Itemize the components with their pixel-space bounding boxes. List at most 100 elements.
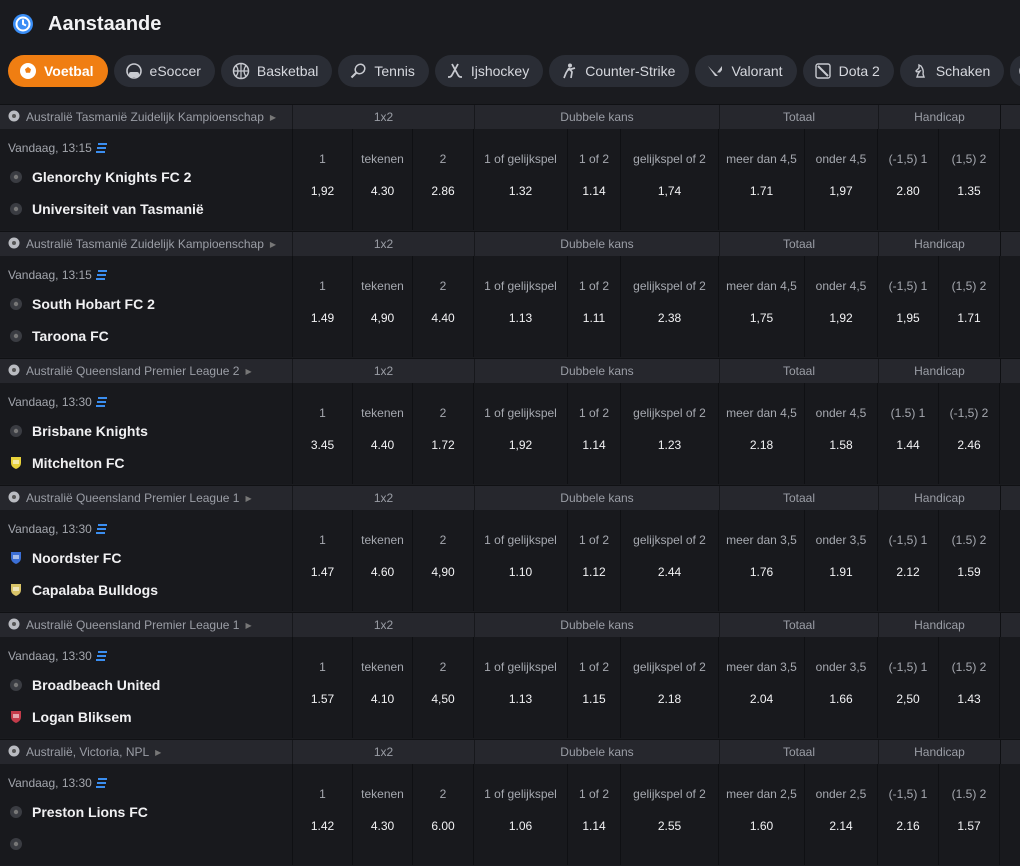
odds-label: onder 4,5 [815, 279, 867, 293]
odds-cell[interactable]: (1.5) 1 1.44 [877, 383, 938, 484]
odds-cell[interactable]: gelijkspel of 2 2.18 [620, 637, 718, 738]
odds-cell[interactable]: onder 2,5 2.14 [804, 764, 877, 865]
odds-cell[interactable]: tekenen 4,90 [352, 256, 412, 357]
event-teams[interactable]: Vandaag, 13:30 Brisbane Knights Mitchelton… [0, 383, 292, 484]
odds-cell[interactable]: (-1,5) 1 2.80 [877, 129, 938, 230]
odds-cell[interactable]: 2 4,90 [412, 510, 473, 611]
event-teams[interactable]: Vandaag, 13:30 Preston Lions FC [0, 764, 292, 865]
odds-cell[interactable]: onder 3,5 1.91 [804, 510, 877, 611]
odds-cell[interactable]: 1 of 2 1.12 [567, 510, 620, 611]
odds-cell[interactable]: (1.5) 2 1.43 [938, 637, 999, 738]
odds-cell[interactable]: (1.5) 2 1.57 [938, 764, 999, 865]
odds-cell[interactable]: 1 1.42 [292, 764, 352, 865]
soccer-ball-icon [8, 491, 20, 506]
tab-ijshockey[interactable]: Ijshockey [434, 55, 544, 87]
tab-valorant[interactable]: Valorant [695, 55, 797, 87]
odds-cell[interactable]: gelijkspel of 2 1,74 [620, 129, 718, 230]
team-home-name: South Hobart FC 2 [32, 296, 155, 312]
stats-icon[interactable] [95, 143, 108, 153]
odds-cell[interactable]: (-1,5) 1 1,95 [877, 256, 938, 357]
odds-cell[interactable]: tekenen 4.30 [352, 764, 412, 865]
odds-label: 1 [319, 406, 326, 420]
odds-cell[interactable]: 1 of gelijkspel 1.10 [473, 510, 567, 611]
odds-cell[interactable]: 1 of 2 1.14 [567, 764, 620, 865]
odds-cell[interactable]: 1 of gelijkspel 1,92 [473, 383, 567, 484]
odds-cell[interactable]: (-1,5) 2 2.46 [938, 383, 999, 484]
odds-cell[interactable]: onder 3,5 1.66 [804, 637, 877, 738]
odds-cell[interactable]: gelijkspel of 2 2.38 [620, 256, 718, 357]
odds-cell[interactable]: tekenen 4.60 [352, 510, 412, 611]
odds-cell[interactable]: 2 6.00 [412, 764, 473, 865]
tab-dota-2[interactable]: Dota 2 [802, 55, 894, 87]
odds-cell[interactable]: 1 1.57 [292, 637, 352, 738]
tab-counter-strike[interactable]: Counter-Strike [549, 55, 690, 87]
odds-cell[interactable]: meer dan 4,5 1,75 [718, 256, 804, 357]
tab-tennis[interactable]: Tennis [338, 55, 429, 87]
odds-cell[interactable]: 1 of gelijkspel 1.06 [473, 764, 567, 865]
stats-icon[interactable] [95, 270, 108, 280]
league-header[interactable]: Australië Queensland Premier League 1 ▶ [0, 618, 292, 633]
league-header[interactable]: Australië, Victoria, NPL ▶ [0, 745, 292, 760]
event-teams[interactable]: Vandaag, 13:30 Broadbeach United Logan Bli… [0, 637, 292, 738]
odds-cell[interactable]: meer dan 3,5 1.76 [718, 510, 804, 611]
odds-cell[interactable]: tekenen 4.40 [352, 383, 412, 484]
odds-cell[interactable]: (-1,5) 1 2,50 [877, 637, 938, 738]
odds-cell[interactable]: gelijkspel of 2 2.44 [620, 510, 718, 611]
odds-cell[interactable]: (1,5) 2 1.71 [938, 256, 999, 357]
soccer-ball-icon [8, 618, 20, 633]
odds-cell[interactable]: 1 of gelijkspel 1.32 [473, 129, 567, 230]
league-header[interactable]: Australië Queensland Premier League 1 ▶ [0, 491, 292, 506]
odds-cell[interactable]: (-1,5) 1 2.16 [877, 764, 938, 865]
league-header[interactable]: Australië Tasmanië Zuidelijk Kampioensch… [0, 237, 292, 252]
odds-cell[interactable]: 1 of 2 1.15 [567, 637, 620, 738]
tab-basketbal[interactable]: Basketbal [220, 55, 333, 87]
tab-label: eSoccer [149, 63, 201, 79]
event-teams[interactable]: Vandaag, 13:30 Noordster FC Capalaba Bulld… [0, 510, 292, 611]
odds-label: 1 of gelijkspel [484, 533, 557, 547]
odds-cell[interactable]: 1 of gelijkspel 1.13 [473, 256, 567, 357]
odds-cell[interactable]: meer dan 3,5 2.04 [718, 637, 804, 738]
odds-cell[interactable]: meer dan 4,5 2.18 [718, 383, 804, 484]
odds-cell[interactable]: (-1,5) 1 2.12 [877, 510, 938, 611]
odds-cell[interactable]: 1 of 2 1.14 [567, 383, 620, 484]
stats-icon[interactable] [95, 778, 108, 788]
odds-cell[interactable]: 1 1.47 [292, 510, 352, 611]
odds-cell[interactable]: (1,5) 2 1.35 [938, 129, 999, 230]
tab-more[interactable] [1010, 55, 1020, 87]
odds-cell[interactable]: onder 4,5 1.58 [804, 383, 877, 484]
odds-cell[interactable]: (1.5) 2 1.59 [938, 510, 999, 611]
odds-cell[interactable]: gelijkspel of 2 2.55 [620, 764, 718, 865]
tab-esoccer[interactable]: eSoccer [113, 55, 215, 87]
odds-cell[interactable]: tekenen 4.10 [352, 637, 412, 738]
league-header[interactable]: Australië Queensland Premier League 2 ▶ [0, 364, 292, 379]
odds-cell[interactable]: 1 of 2 1.14 [567, 129, 620, 230]
stats-icon[interactable] [95, 397, 108, 407]
event-teams[interactable]: Vandaag, 13:15 South Hobart FC 2 Taroona F… [0, 256, 292, 357]
odds-cell[interactable]: 2 2.86 [412, 129, 473, 230]
odds-cell[interactable]: 2 4,50 [412, 637, 473, 738]
odds-cell[interactable]: 1 3.45 [292, 383, 352, 484]
odds-cell[interactable]: 1 1,92 [292, 129, 352, 230]
market-totaal-label: Totaal [719, 232, 878, 256]
odds-cell[interactable]: 1 of gelijkspel 1.13 [473, 637, 567, 738]
tab-voetbal[interactable]: Voetbal [8, 55, 108, 87]
odds-cell[interactable]: onder 4,5 1,92 [804, 256, 877, 357]
odds-cell[interactable]: 1 1.49 [292, 256, 352, 357]
stats-icon[interactable] [95, 651, 108, 661]
odds-cell[interactable]: meer dan 2,5 1.60 [718, 764, 804, 865]
market-overflow [1000, 740, 1020, 764]
odds-cell[interactable]: 2 1.72 [412, 383, 473, 484]
league-header[interactable]: Australië Tasmanië Zuidelijk Kampioensch… [0, 110, 292, 125]
stats-icon[interactable] [95, 524, 108, 534]
odds-cell[interactable]: gelijkspel of 2 1.23 [620, 383, 718, 484]
team-home: Noordster FC [8, 550, 121, 566]
odds-cell[interactable]: meer dan 4,5 1.71 [718, 129, 804, 230]
odds-cell[interactable]: 1 of 2 1.11 [567, 256, 620, 357]
odds-cell[interactable]: onder 4,5 1,97 [804, 129, 877, 230]
tab-schaken[interactable]: Schaken [899, 55, 1005, 87]
odds-cell[interactable]: 2 4.40 [412, 256, 473, 357]
odds-cell[interactable]: tekenen 4.30 [352, 129, 412, 230]
odds-value: 2.80 [896, 184, 920, 198]
event-teams[interactable]: Vandaag, 13:15 Glenorchy Knights FC 2 Univ… [0, 129, 292, 230]
basketball-icon [231, 61, 251, 81]
